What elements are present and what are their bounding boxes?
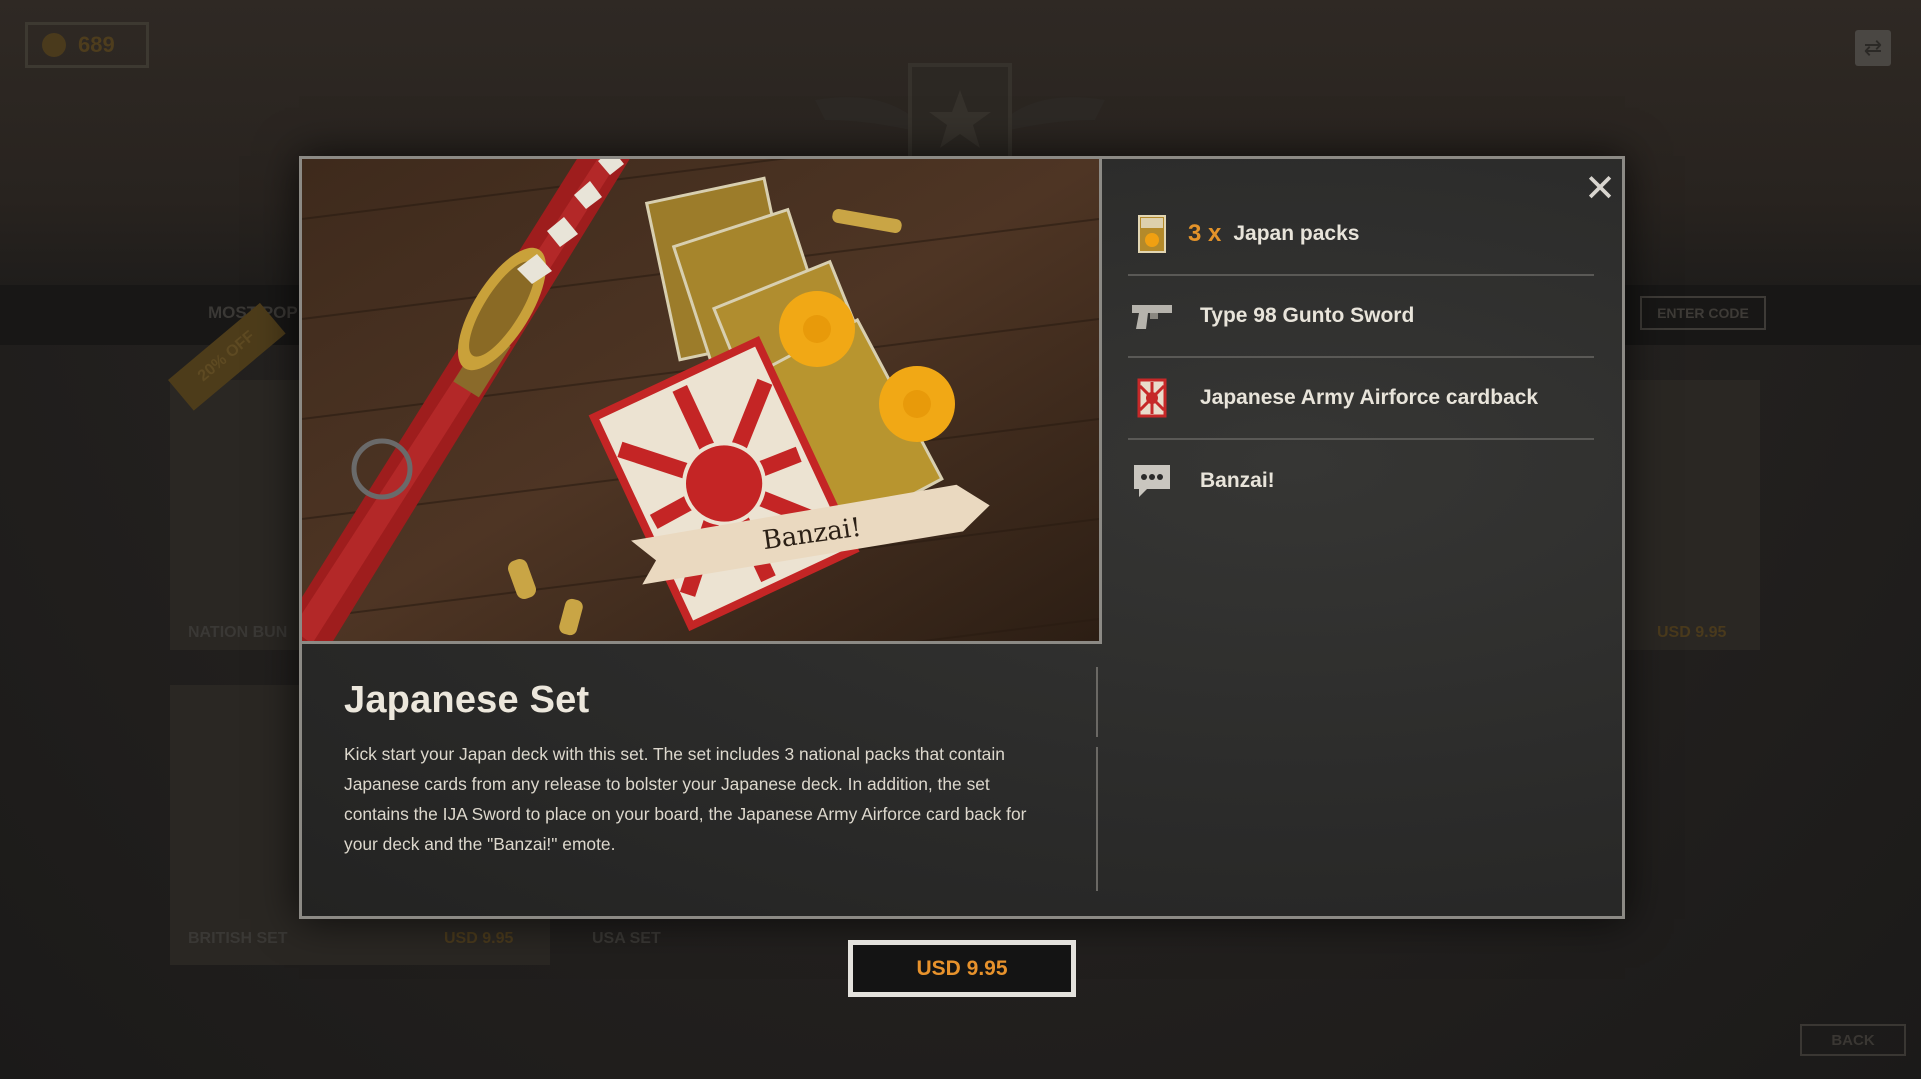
item-label: Japan packs	[1233, 222, 1360, 245]
set-contents-list: 3 x Japan packs Type 98 Gunto Sword Japa…	[1128, 194, 1594, 522]
hero-illustration: Banzai!	[302, 159, 1099, 641]
item-quantity: 3 x	[1188, 220, 1222, 247]
game-logo-emblem	[815, 63, 1105, 160]
set-title: Japanese Set	[344, 679, 590, 721]
store-card-label: NATION BUN	[188, 624, 288, 641]
gold-counter: 689	[25, 22, 149, 68]
hero-image: Banzai!	[302, 159, 1102, 644]
list-item: Japanese Army Airforce cardback	[1128, 358, 1594, 440]
list-item: Banzai!	[1128, 440, 1594, 522]
japanese-set-modal: Banzai! ✕ 3 x Japan packs Type 98 Gunto …	[299, 156, 1625, 919]
list-item: Type 98 Gunto Sword	[1128, 276, 1594, 358]
speech-bubble-icon	[1130, 459, 1174, 503]
gold-amount: 689	[78, 32, 115, 57]
list-item: 3 x Japan packs	[1128, 194, 1594, 276]
store-card-price: USD 9.95	[444, 930, 514, 947]
store-card-label: USA SET	[592, 930, 661, 947]
buy-price-button[interactable]: USD 9.95	[848, 940, 1076, 997]
content-divider	[1096, 667, 1098, 891]
store-card-price: USD 9.95	[1657, 624, 1727, 641]
item-label: Type 98 Gunto Sword	[1200, 304, 1415, 327]
item-label: Japanese Army Airforce cardback	[1200, 386, 1539, 409]
back-button[interactable]: BACK	[1800, 1024, 1906, 1056]
store-card[interactable]	[1620, 380, 1760, 650]
pistol-icon	[1130, 294, 1174, 338]
store-card-label: BRITISH SET	[188, 930, 288, 947]
gold-coin-icon	[42, 33, 66, 57]
cardback-icon	[1130, 376, 1174, 420]
enter-code-button[interactable]: ENTER CODE	[1640, 296, 1766, 330]
set-description: Kick start your Japan deck with this set…	[344, 744, 1027, 854]
item-label: Banzai!	[1200, 469, 1275, 492]
swap-icon[interactable]: ⇄	[1855, 30, 1891, 66]
card-pack-icon	[1130, 212, 1174, 256]
